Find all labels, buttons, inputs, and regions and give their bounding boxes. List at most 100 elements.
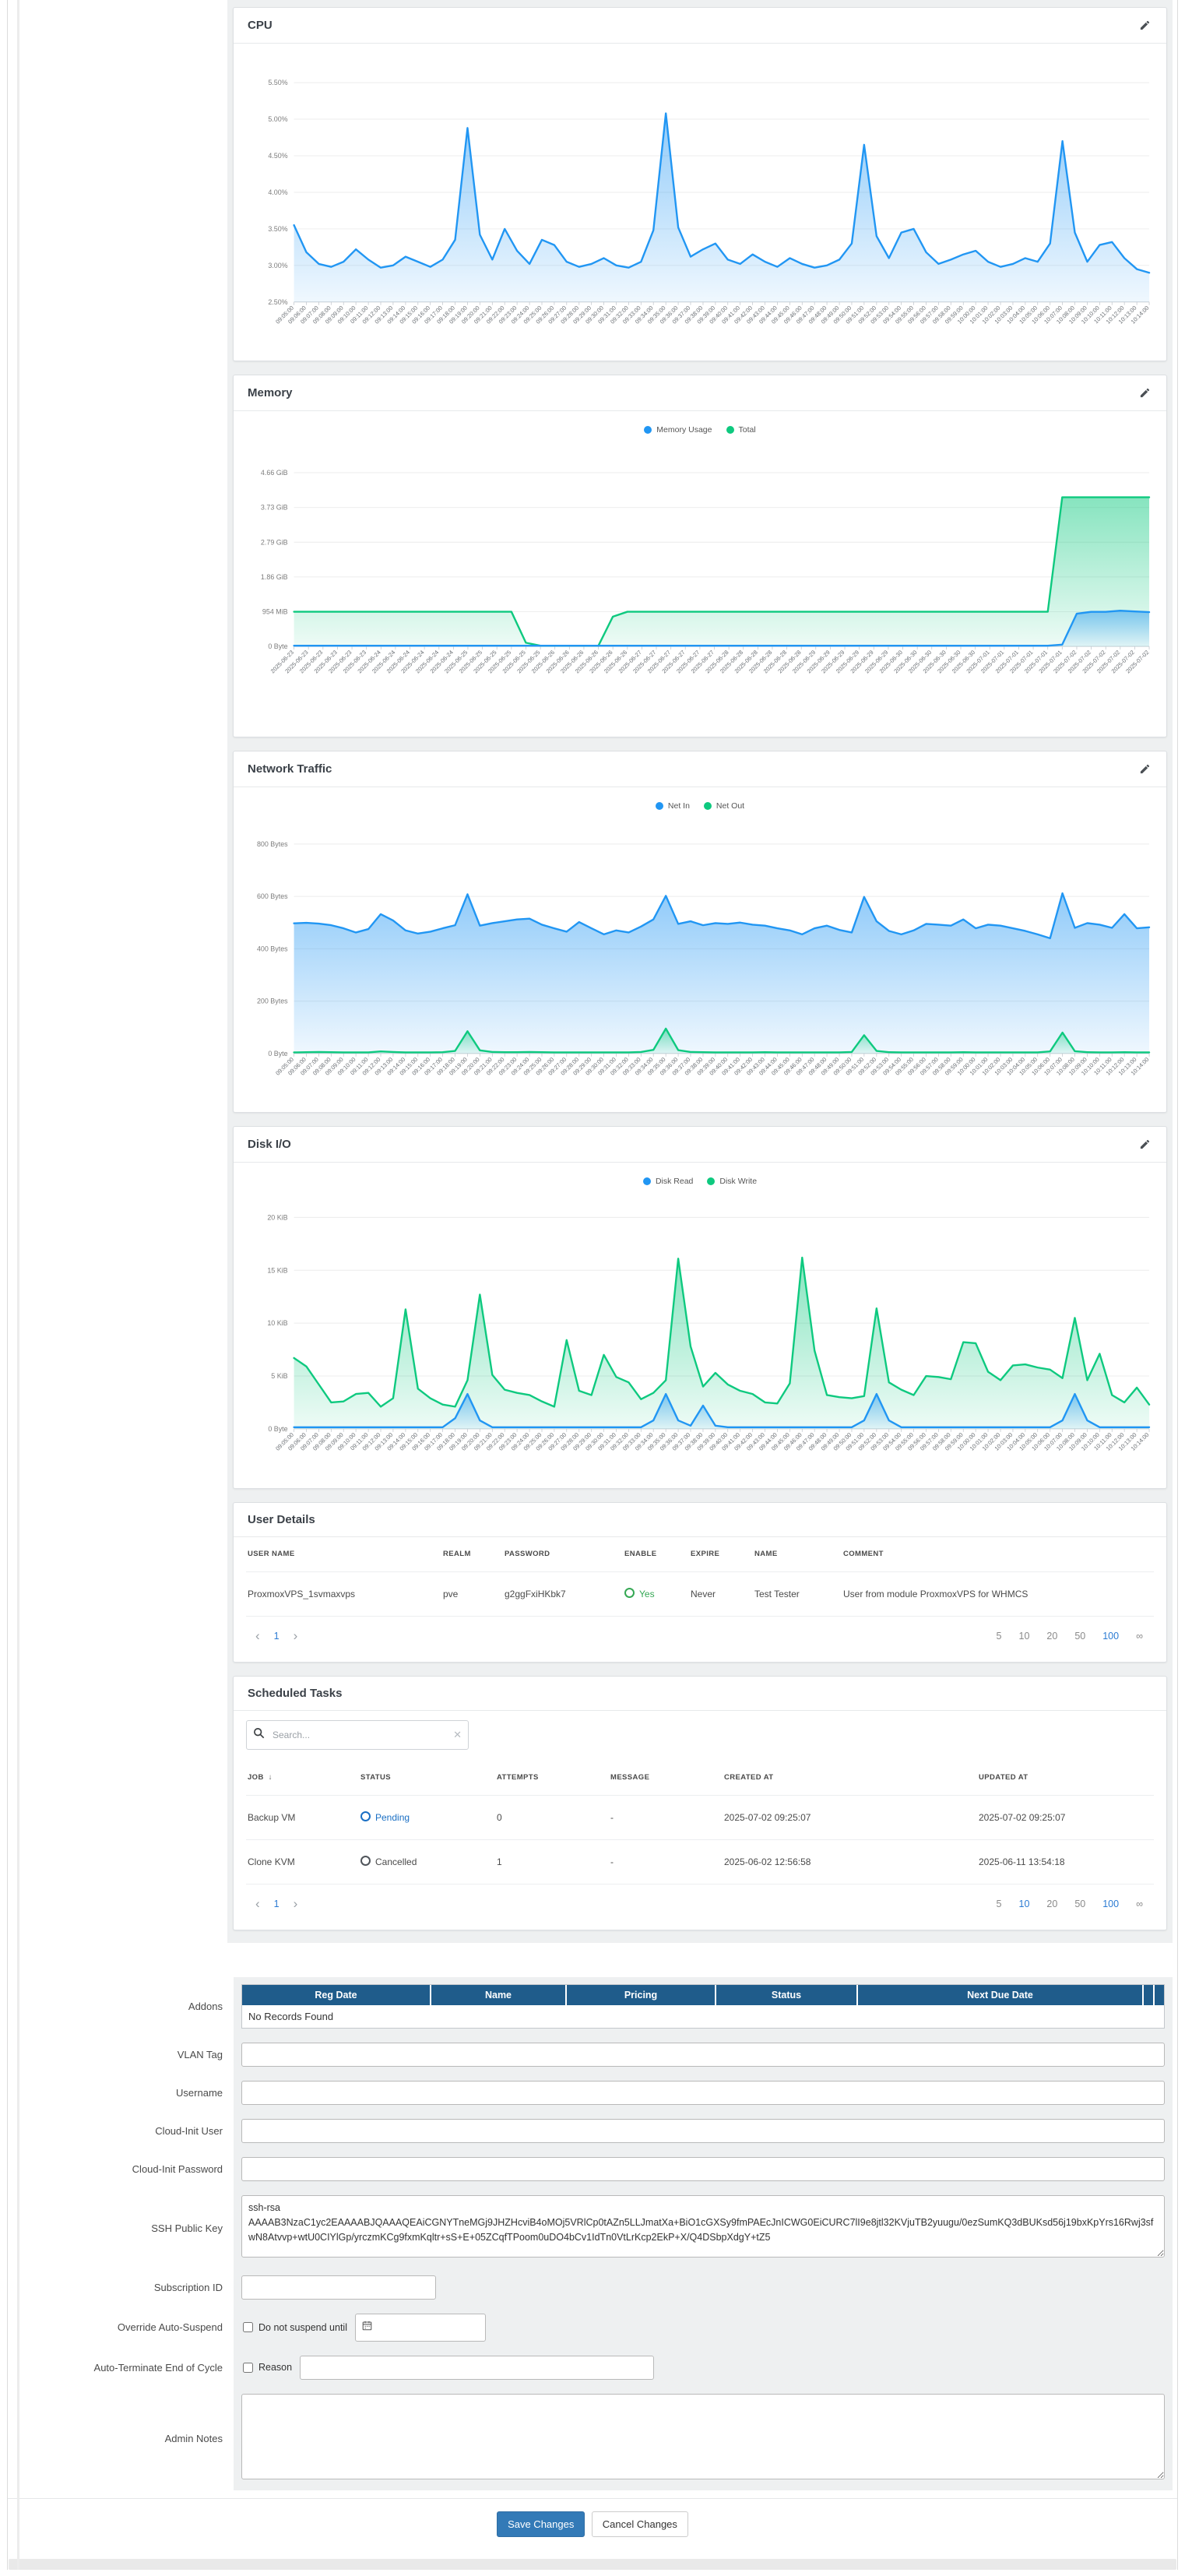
cpu-chart[interactable]: 5.50%5.00%4.50%4.00%3.50%3.00%2.50%09:05…: [246, 51, 1154, 354]
override-auto-suspend-checkbox[interactable]: [243, 2322, 253, 2332]
edit-cpu-chart-button[interactable]: [1138, 18, 1152, 33]
cancel-changes-button[interactable]: Cancel Changes: [592, 2511, 688, 2537]
col-name: NAME: [754, 1550, 843, 1558]
page-size-50[interactable]: 50: [1074, 1631, 1085, 1642]
attempts-cell: 0: [497, 1812, 610, 1823]
addons-empty-text: No Records Found: [242, 2005, 1164, 2028]
suspend-date-field[interactable]: [378, 2321, 479, 2334]
save-changes-button[interactable]: Save Changes: [497, 2511, 585, 2537]
disk-panel-title: Disk I/O: [248, 1138, 291, 1151]
pagination-prev[interactable]: ‹: [246, 1628, 269, 1644]
addons-col-name: Name: [431, 1985, 565, 2005]
cloud-init-user-row: Cloud-Init User: [8, 2112, 1177, 2150]
svg-text:3.50%: 3.50%: [268, 225, 287, 233]
page-size-100[interactable]: 100: [1102, 1899, 1119, 1909]
tasks-search-box: ✕: [246, 1720, 469, 1750]
expire-cell: Never: [691, 1589, 754, 1599]
cpu-panel: CPU 5.50%5.00%4.50%4.00%3.50%3.00%2.50%0…: [233, 7, 1167, 361]
edit-memory-chart-button[interactable]: [1138, 385, 1152, 400]
legend-item[interactable]: Disk Read: [643, 1177, 693, 1186]
pagination-next[interactable]: ›: [284, 1896, 308, 1912]
addons-col-pricing: Pricing: [567, 1985, 715, 2005]
pagination-page-1[interactable]: 1: [269, 1899, 284, 1909]
legend-dot-icon: [643, 1177, 651, 1185]
svg-text:0 Byte: 0 Byte: [268, 1050, 287, 1057]
col-user-name: USER NAME: [248, 1550, 443, 1558]
enable-cell: Yes: [624, 1588, 691, 1599]
addons-col-empty: [1144, 1985, 1153, 2005]
memory-panel-title: Memory: [248, 386, 293, 399]
memory-chart[interactable]: 4.66 GiB3.73 GiB2.79 GiB1.86 GiB954 MiB0…: [246, 438, 1154, 730]
password-cell: g2ggFxiHKbk7: [505, 1589, 624, 1599]
admin-notes-field[interactable]: [241, 2394, 1165, 2479]
legend-item[interactable]: Net Out: [704, 801, 744, 811]
col-status: STATUS: [360, 1773, 497, 1782]
col-job[interactable]: JOB↓: [248, 1773, 360, 1782]
col-expire: EXPIRE: [691, 1550, 754, 1558]
page-size-infinity[interactable]: ∞: [1136, 1631, 1143, 1642]
pencil-icon: [1139, 22, 1151, 33]
legend-item[interactable]: Disk Write: [707, 1177, 757, 1186]
calendar-icon: [362, 2321, 372, 2335]
suspend-date-input[interactable]: [355, 2314, 486, 2342]
job-cell: Clone KVM: [248, 1856, 360, 1867]
username-field[interactable]: [241, 2081, 1165, 2105]
disk-chart-legend: Disk Read Disk Write: [246, 1170, 1154, 1189]
cloud-init-password-row: Cloud-Init Password: [8, 2150, 1177, 2188]
page-size-10[interactable]: 10: [1019, 1631, 1030, 1642]
memory-panel: Memory Memory Usage Total 4.66 GiB3.73 Gi…: [233, 375, 1167, 737]
svg-text:10 KiB: 10 KiB: [267, 1319, 287, 1327]
vlan-tag-field[interactable]: [241, 2043, 1165, 2067]
pagination-prev[interactable]: ‹: [246, 1896, 269, 1912]
pagination-page-1[interactable]: 1: [269, 1631, 284, 1642]
svg-text:5.50%: 5.50%: [268, 79, 287, 86]
reason-field[interactable]: [300, 2356, 654, 2380]
col-realm: REALM: [443, 1550, 505, 1558]
edit-network-chart-button[interactable]: [1138, 762, 1152, 776]
legend-item[interactable]: Total: [726, 425, 756, 435]
disk-chart[interactable]: 20 KiB15 KiB10 KiB5 KiB0 Byte09:05:0009:…: [246, 1189, 1154, 1481]
updated-at-cell: 2025-06-11 13:54:18: [979, 1856, 1152, 1867]
page: CPU 5.50%5.00%4.50%4.00%3.50%3.00%2.50%0…: [7, 0, 1178, 2570]
auto-terminate-row: Auto-Terminate End of Cycle Reason: [8, 2349, 1177, 2387]
svg-text:0 Byte: 0 Byte: [268, 642, 287, 650]
module-output-area: CPU 5.50%5.00%4.50%4.00%3.50%3.00%2.50%0…: [227, 0, 1173, 1943]
updated-at-cell: 2025-07-02 09:25:07: [979, 1812, 1152, 1823]
auto-terminate-checkbox[interactable]: [243, 2363, 253, 2373]
user-details-header-row: USER NAME REALM PASSWORD ENABLE EXPIRE N…: [246, 1537, 1154, 1572]
page-size-5[interactable]: 5: [997, 1631, 1002, 1642]
page-size-100[interactable]: 100: [1102, 1631, 1119, 1642]
auto-terminate-label: Auto-Terminate End of Cycle: [8, 2349, 234, 2387]
legend-dot-icon: [704, 802, 712, 810]
user-name-cell: ProxmoxVPS_1svmaxvps: [248, 1589, 443, 1599]
cloud-init-user-field[interactable]: [241, 2119, 1165, 2143]
subscription-id-row: Subscription ID: [8, 2268, 1177, 2307]
status-ring-icon: [360, 1856, 371, 1866]
network-chart[interactable]: 800 Bytes600 Bytes400 Bytes200 Bytes0 By…: [246, 814, 1154, 1106]
subscription-id-field[interactable]: [241, 2275, 436, 2300]
admin-notes-label: Admin Notes: [8, 2387, 234, 2490]
message-cell: -: [610, 1856, 724, 1867]
page-size-50[interactable]: 50: [1074, 1899, 1085, 1909]
page-size-10[interactable]: 10: [1019, 1899, 1030, 1909]
page-size-20[interactable]: 20: [1046, 1631, 1057, 1642]
addons-table: Reg Date Name Pricing Status Next Due Da…: [241, 1984, 1165, 2029]
pagination-next[interactable]: ›: [284, 1628, 308, 1644]
cloud-init-password-field[interactable]: [241, 2157, 1165, 2181]
page-size-infinity[interactable]: ∞: [1136, 1899, 1143, 1909]
addons-col-next-due-date: Next Due Date: [858, 1985, 1142, 2005]
legend-dot-icon: [656, 802, 663, 810]
cloud-init-user-label: Cloud-Init User: [8, 2112, 234, 2150]
clear-search-icon[interactable]: ✕: [453, 1729, 462, 1741]
footer-bar: [9, 2559, 1176, 2570]
legend-item[interactable]: Memory Usage: [644, 425, 712, 435]
legend-item[interactable]: Net In: [656, 801, 690, 811]
legend-dot-icon: [644, 426, 652, 434]
svg-text:954 MiB: 954 MiB: [262, 608, 288, 616]
ssh-public-key-field[interactable]: ssh-rsa AAAAB3NzaC1yc2EAAAABJQAAAQEAiCGN…: [241, 2195, 1165, 2258]
svg-text:4.50%: 4.50%: [268, 152, 287, 160]
page-size-5[interactable]: 5: [997, 1899, 1002, 1909]
page-size-20[interactable]: 20: [1046, 1899, 1057, 1909]
search-input[interactable]: [271, 1729, 447, 1741]
edit-disk-chart-button[interactable]: [1138, 1137, 1152, 1152]
